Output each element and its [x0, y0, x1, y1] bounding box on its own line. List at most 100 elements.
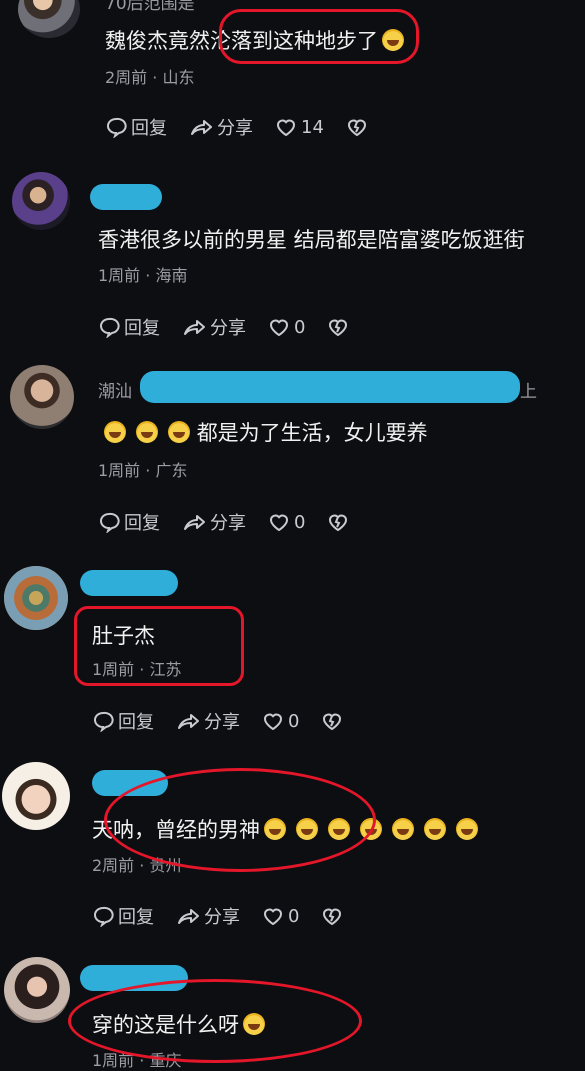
broken-heart-icon [323, 908, 342, 926]
avatar[interactable] [4, 566, 68, 630]
like-button[interactable]: 0 [268, 511, 305, 533]
redacted-username [92, 770, 168, 796]
share-label: 分享 [210, 318, 246, 339]
reply-label: 回复 [124, 318, 160, 339]
avatar[interactable] [12, 172, 70, 230]
laughing-emoji-icon [392, 818, 414, 840]
reply-label: 回复 [118, 712, 154, 733]
reply-label: 回复 [124, 513, 160, 534]
comment-bubble-icon [94, 906, 114, 927]
comment-1: 70后范围是 魏俊杰竟然沦落到这种地步了 2周前 · 山东 回复 分享 14 [0, 0, 585, 160]
like-button[interactable]: 14 [275, 116, 324, 138]
share-icon [178, 714, 199, 729]
comment-text-content: 穿的这是什么呀 [92, 1013, 239, 1037]
comment-4: 肚子杰 1周前 · 江苏 回复 分享 0 [0, 550, 585, 750]
laughing-emoji-icon [264, 818, 286, 840]
share-icon [191, 120, 212, 135]
laughing-emoji-icon [424, 818, 446, 840]
laughing-emoji-icon [456, 818, 478, 840]
comment-text: 香港很多以前的男星 结局都是陪富婆吃饭逛街 [98, 228, 525, 252]
share-button[interactable]: 分享 [182, 314, 246, 340]
username[interactable]: 70后范围是 [105, 0, 195, 14]
avatar[interactable] [18, 0, 80, 38]
comment-text: 穿的这是什么呀 [92, 1009, 265, 1039]
comment-actions: 回复 分享 0 [98, 314, 375, 340]
dislike-button[interactable] [321, 710, 347, 732]
heart-icon [269, 319, 289, 337]
comment-text-content: 魏俊杰竟然沦落到这种地步了 [105, 29, 378, 53]
username-tail: 上 [520, 382, 537, 402]
laughing-emoji-icon [104, 421, 126, 443]
share-label: 分享 [210, 513, 246, 534]
redacted-username [140, 371, 520, 403]
laughing-emoji-icon [360, 818, 382, 840]
reply-button[interactable]: 回复 [98, 509, 160, 535]
dislike-button[interactable] [327, 316, 353, 338]
laughing-emoji-icon [382, 29, 404, 51]
heart-icon [263, 908, 283, 926]
comment-meta: 2周前 · 贵州 [92, 856, 182, 875]
comment-text-content: 都是为了生活，女儿要养 [196, 421, 428, 445]
comment-meta: 1周前 · 广东 [98, 461, 188, 480]
heart-icon [276, 119, 296, 137]
dislike-button[interactable] [346, 116, 372, 138]
dislike-button[interactable] [327, 511, 353, 533]
broken-heart-icon [323, 713, 342, 731]
comment-meta: 1周前 · 海南 [98, 266, 188, 285]
comment-actions: 回复 分享 0 [98, 509, 375, 535]
comment-3: 潮汕 上 都是为了生活，女儿要养 1周前 · 广东 回复 分享 0 [0, 355, 585, 550]
like-button[interactable]: 0 [268, 316, 305, 338]
comment-meta: 2周前 · 山东 [105, 68, 195, 87]
comment-text: 肚子杰 [92, 624, 155, 648]
like-count: 0 [288, 710, 300, 732]
avatar[interactable] [4, 957, 70, 1023]
laughing-emoji-icon [136, 421, 158, 443]
comment-bubble-icon [100, 317, 120, 338]
comment-6: 穿的这是什么呀 1周前 · 重庆 [0, 945, 585, 1070]
reply-button[interactable]: 回复 [105, 114, 167, 140]
like-count: 14 [301, 116, 324, 138]
laughing-emoji-icon [328, 818, 350, 840]
share-label: 分享 [204, 907, 240, 928]
share-icon [184, 515, 205, 530]
comment-bubble-icon [100, 512, 120, 533]
like-count: 0 [294, 316, 306, 338]
heart-icon [263, 713, 283, 731]
comment-5: 天呐，曾经的男神 2周前 · 贵州 回复 分享 0 [0, 750, 585, 945]
redacted-username [80, 965, 188, 991]
reply-button[interactable]: 回复 [92, 708, 154, 734]
redacted-username [90, 184, 162, 210]
username[interactable]: 潮汕 [98, 377, 132, 402]
comment-text-content: 天呐，曾经的男神 [92, 818, 260, 842]
broken-heart-icon [329, 514, 348, 532]
avatar[interactable] [2, 762, 70, 830]
reply-button[interactable]: 回复 [98, 314, 160, 340]
reply-label: 回复 [118, 907, 154, 928]
share-button[interactable]: 分享 [189, 114, 253, 140]
grinning-sweat-emoji-icon [243, 1013, 265, 1035]
share-button[interactable]: 分享 [182, 509, 246, 535]
comment-bubble-icon [94, 711, 114, 732]
comment-bubble-icon [107, 117, 127, 138]
share-label: 分享 [217, 118, 253, 139]
reply-button[interactable]: 回复 [92, 903, 154, 929]
comment-meta: 1周前 · 江苏 [92, 660, 182, 679]
comment-actions: 回复 分享 14 [105, 114, 394, 140]
like-button[interactable]: 0 [262, 710, 299, 732]
comment-text: 都是为了生活，女儿要养 [98, 417, 428, 447]
avatar[interactable] [10, 365, 74, 429]
comment-text: 天呐，曾经的男神 [92, 814, 478, 844]
share-label: 分享 [204, 712, 240, 733]
share-button[interactable]: 分享 [176, 903, 240, 929]
share-button[interactable]: 分享 [176, 708, 240, 734]
comment-actions: 回复 分享 0 [92, 708, 369, 734]
reply-label: 回复 [131, 118, 167, 139]
share-icon [178, 909, 199, 924]
laughing-emoji-icon [296, 818, 318, 840]
laughing-emoji-icon [168, 421, 190, 443]
like-button[interactable]: 0 [262, 905, 299, 927]
redacted-username [80, 570, 178, 596]
heart-icon [269, 514, 289, 532]
dislike-button[interactable] [321, 905, 347, 927]
like-count: 0 [288, 905, 300, 927]
